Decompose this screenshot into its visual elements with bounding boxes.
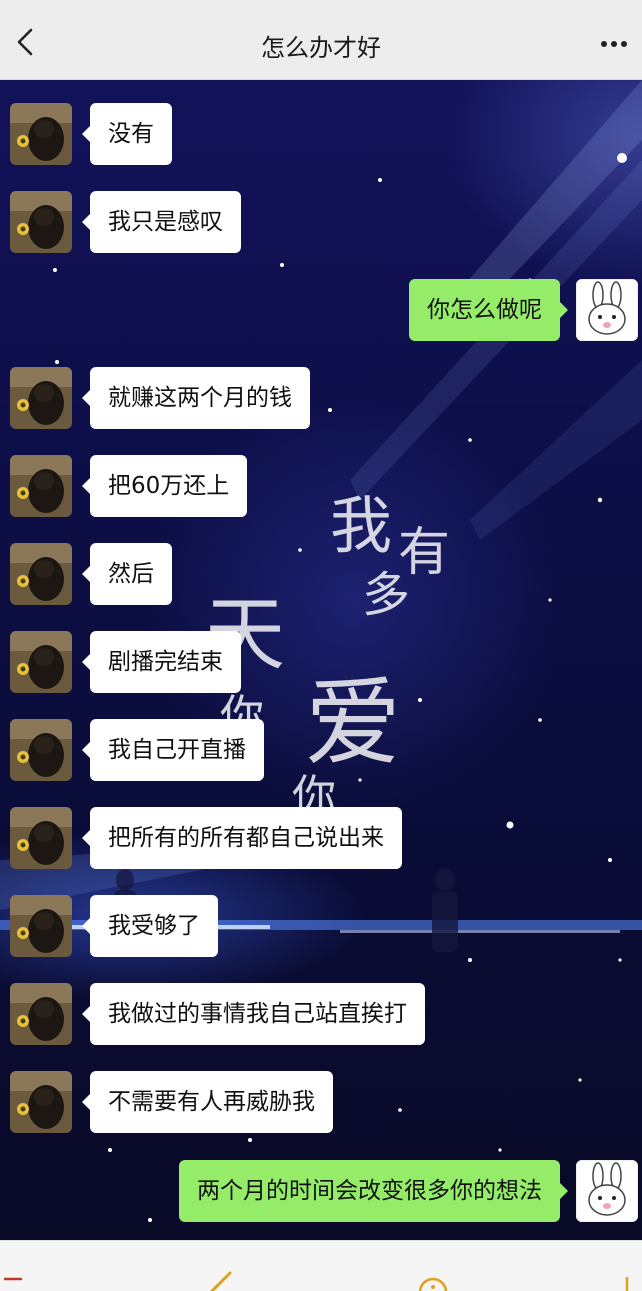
pen-icon[interactable]	[206, 1269, 236, 1291]
message-bubble[interactable]: 我只是感叹	[82, 191, 241, 253]
smile-icon[interactable]	[418, 1269, 448, 1291]
message-bubble[interactable]: 把所有的所有都自己说出来	[82, 807, 402, 869]
dog-avatar[interactable]	[10, 1071, 72, 1133]
dog-avatar[interactable]	[10, 983, 72, 1045]
dog-avatar[interactable]	[10, 807, 72, 869]
dog-avatar[interactable]	[10, 719, 72, 781]
plus-icon[interactable]	[612, 1269, 642, 1291]
more-dots-icon[interactable]	[596, 30, 632, 58]
dog-avatar[interactable]	[10, 367, 72, 429]
background-lyric: 我	[330, 489, 393, 562]
message-bubble[interactable]: 把60万还上	[81, 455, 248, 517]
message-bubble[interactable]: 然后	[82, 543, 172, 605]
message-bubble[interactable]: 我自己开直播	[82, 719, 264, 781]
bunny-avatar[interactable]	[576, 1160, 638, 1222]
message-bubble[interactable]: 我受够了	[82, 895, 218, 957]
dog-avatar[interactable]	[10, 631, 72, 693]
dog-avatar[interactable]	[10, 103, 72, 165]
dog-avatar[interactable]	[10, 455, 72, 517]
dog-avatar[interactable]	[10, 895, 72, 957]
chat-area[interactable]: 我 有 多 爱 天 你 你 没有 我只是感叹 你怎么做呢 就赚这两个月的钱 把6…	[0, 80, 642, 1240]
message-bubble[interactable]: 你怎么做呢	[409, 279, 568, 341]
message-bubble[interactable]: 不需要有人再威胁我	[82, 1071, 333, 1133]
nav-bar: 怎么办才好	[0, 0, 642, 80]
message-bubble[interactable]: 没有	[82, 103, 172, 165]
list-icon[interactable]	[2, 1269, 32, 1291]
message-bubble[interactable]: 剧播完结束	[82, 631, 241, 693]
dog-avatar[interactable]	[10, 543, 72, 605]
message-bubble[interactable]: 两个月的时间会改变很多你的想法	[179, 1160, 568, 1222]
bunny-avatar[interactable]	[576, 279, 638, 341]
message-bubble[interactable]: 就赚这两个月的钱	[82, 367, 310, 429]
background-lyric: 多	[362, 567, 411, 623]
dog-avatar[interactable]	[10, 191, 72, 253]
bottom-toolbar	[0, 1240, 642, 1291]
chat-title: 怎么办才好	[261, 34, 381, 62]
message-bubble[interactable]: 我做过的事情我自己站直挨打	[82, 983, 425, 1045]
